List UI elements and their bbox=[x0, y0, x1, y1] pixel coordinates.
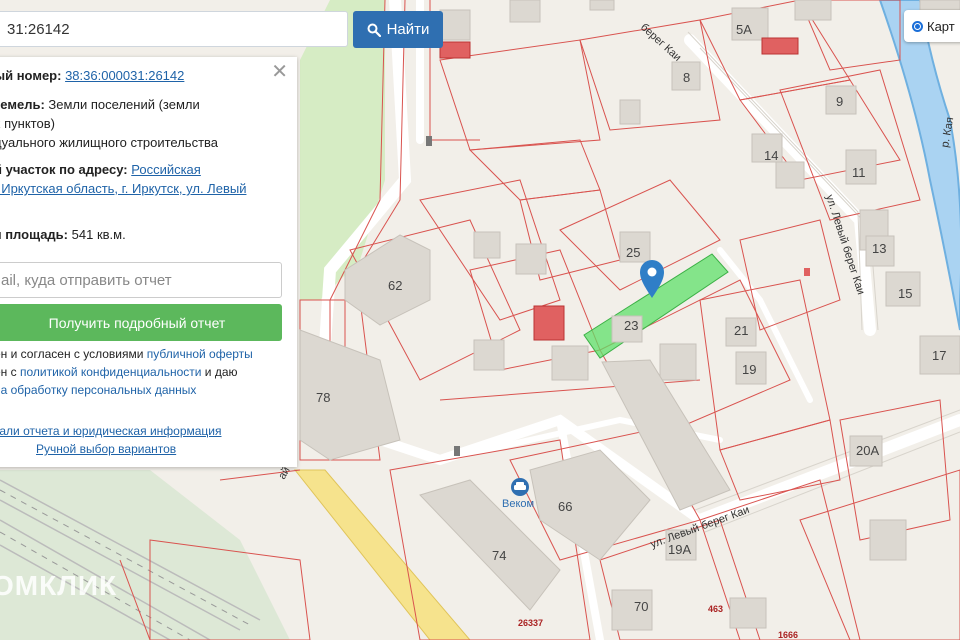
details-row: тали отчета и юридическая информация bbox=[0, 422, 222, 440]
area-value: 541 кв.м. bbox=[71, 227, 126, 242]
consent-line-3: на обработку персональных данных bbox=[0, 381, 196, 399]
cadastral-label: ый номер: bbox=[0, 68, 62, 83]
house-number-78: 78 bbox=[316, 390, 330, 405]
house-number-14: 14 bbox=[764, 148, 778, 163]
search-icon bbox=[367, 23, 381, 37]
house-number-70: 70 bbox=[634, 599, 648, 614]
house-number-15: 15 bbox=[898, 286, 912, 301]
privacy-link[interactable]: политикой конфиденциальности bbox=[20, 365, 201, 379]
car-icon[interactable] bbox=[511, 478, 529, 496]
info-panel: ✕ ый номер: 38:36:000031:26142 земель: З… bbox=[0, 57, 297, 467]
house-number-25: 25 bbox=[626, 245, 640, 260]
personal-data-link[interactable]: на обработку персональных данных bbox=[0, 383, 196, 397]
radio-icon[interactable] bbox=[912, 20, 923, 32]
red-building-4 bbox=[804, 268, 810, 276]
search-button-label: Найти bbox=[386, 21, 430, 38]
address-link-2[interactable]: , Иркутская область, г. Иркутск, ул. Лев… bbox=[0, 181, 246, 196]
house-number-66: 66 bbox=[558, 499, 572, 514]
manual-row: Ручной выбор вариантов bbox=[36, 440, 176, 458]
land-value-1: Земли поселений (земли bbox=[48, 97, 200, 112]
usage-value: дуального жилищного строительства bbox=[0, 135, 219, 150]
watermark: ОМКЛИК bbox=[0, 570, 118, 601]
report-button[interactable]: Получить подробный отчет bbox=[0, 304, 282, 341]
red-building-1 bbox=[533, 305, 565, 341]
close-icon[interactable]: ✕ bbox=[271, 62, 288, 82]
small-marker-2 bbox=[454, 446, 460, 456]
house-number-19a: 19А bbox=[668, 542, 691, 557]
email-field[interactable]: ail, куда отправить отчет bbox=[0, 262, 282, 298]
house-number-21: 21 bbox=[734, 323, 748, 338]
consent-line-1: ен и согласен с условиями публичной офер… bbox=[0, 345, 253, 363]
manual-select-link[interactable]: Ручной выбор вариантов bbox=[36, 442, 176, 456]
cadastral-number-26337: 26337 bbox=[518, 618, 543, 628]
house-number-62: 62 bbox=[388, 278, 402, 293]
small-marker-1 bbox=[426, 136, 432, 146]
house-number-74: 74 bbox=[492, 548, 506, 563]
house-number-9: 9 bbox=[836, 94, 843, 109]
land-row: земель: Земли поселений (земли bbox=[0, 95, 200, 114]
cadastral-number-463: 463 bbox=[708, 604, 723, 614]
consent-text-3: и даю bbox=[201, 365, 238, 379]
address-row-2: , Иркутская область, г. Иркутск, ул. Лев… bbox=[0, 179, 246, 198]
cadastral-link[interactable]: 38:36:000031:26142 bbox=[65, 68, 184, 83]
search-button[interactable]: Найти bbox=[353, 11, 443, 48]
land-value-2: х пунктов) bbox=[0, 116, 55, 131]
house-number-8: 8 bbox=[683, 70, 690, 85]
offer-link[interactable]: публичной оферты bbox=[147, 347, 253, 361]
email-placeholder: ail, куда отправить отчет bbox=[1, 271, 172, 289]
cadastral-number-1666: 1666 bbox=[778, 630, 798, 640]
address-link-1[interactable]: Российская bbox=[131, 162, 201, 177]
area-label: я площадь: bbox=[0, 227, 69, 242]
address-label: й участок по адресу: bbox=[0, 162, 128, 177]
house-number-23: 23 bbox=[624, 318, 638, 333]
search-input-value: 31:26142 bbox=[7, 20, 70, 38]
house-number-17: 17 bbox=[932, 348, 946, 363]
consent-text-1: ен и согласен с условиями bbox=[0, 347, 147, 361]
details-link[interactable]: тали отчета и юридическая информация bbox=[0, 424, 222, 438]
house-number-5a: 5А bbox=[736, 22, 752, 37]
red-building-2 bbox=[761, 37, 799, 55]
house-number-13: 13 bbox=[872, 241, 886, 256]
consent-line-2: ен с политикой конфиденциальности и даю bbox=[0, 363, 238, 381]
search-input[interactable]: 31:26142 bbox=[0, 11, 348, 47]
house-number-20a: 20А bbox=[856, 443, 879, 458]
red-building-3 bbox=[439, 41, 471, 59]
report-button-label: Получить подробный отчет bbox=[48, 314, 226, 331]
house-number-11: 11 bbox=[852, 165, 866, 180]
land-label: земель: bbox=[0, 97, 45, 112]
layer-switch[interactable]: Карт bbox=[904, 10, 960, 42]
area-row: я площадь: 541 кв.м. bbox=[0, 225, 126, 244]
poi-label[interactable]: Веком bbox=[502, 498, 534, 510]
layer-switch-label: Карт bbox=[927, 18, 955, 34]
cadastral-row: ый номер: 38:36:000031:26142 bbox=[0, 66, 184, 85]
address-row: й участок по адресу: Российская bbox=[0, 160, 201, 179]
consent-text-2: ен с bbox=[0, 365, 17, 379]
house-number-19: 19 bbox=[742, 362, 756, 377]
